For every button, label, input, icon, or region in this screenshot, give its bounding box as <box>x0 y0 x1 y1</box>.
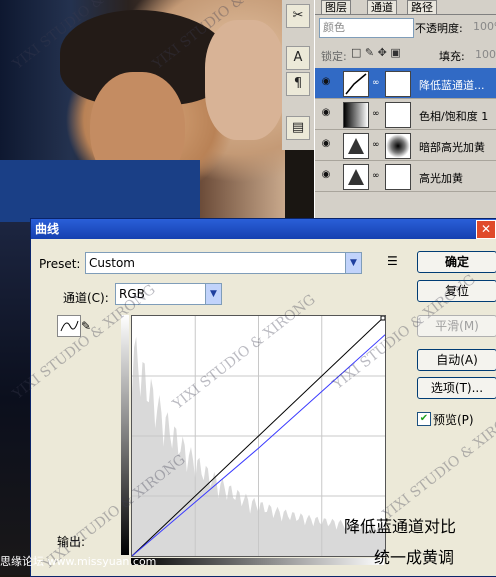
auto-button[interactable]: 自动(A) <box>417 349 496 371</box>
preset-menu-icon[interactable]: ☰ <box>387 254 398 268</box>
link-icon: ∞ <box>372 78 380 88</box>
output-label: 输出: <box>57 535 86 549</box>
layer-name: 高光加黄 <box>419 172 463 185</box>
notes-icon[interactable]: ▤ <box>286 116 310 140</box>
paragraph-icon[interactable]: ¶ <box>286 72 310 96</box>
smooth-button[interactable]: 平滑(M) <box>417 315 496 337</box>
link-icon: ∞ <box>372 171 380 181</box>
levels-adjustment-icon <box>343 164 369 190</box>
layer-mask <box>385 102 411 128</box>
site-footer: 思缘论坛 www.missyuan.com <box>0 555 157 568</box>
visibility-eye-icon[interactable]: ◉ <box>319 138 333 150</box>
channel-label: 通道(C): <box>63 291 109 305</box>
preset-select[interactable]: Custom ▼ <box>85 252 362 274</box>
layer-row[interactable]: ◉ ∞ 高光加黄 <box>315 161 496 192</box>
photo-canvas-lower <box>0 222 30 575</box>
caption-line-2: 统一成黄调 <box>374 548 455 567</box>
fill-value[interactable]: 100% <box>475 48 496 61</box>
pencil-tool-icon[interactable]: ✎ <box>81 319 95 333</box>
layer-row[interactable]: ◉ ∞ 降低蓝通道... <box>315 68 496 99</box>
layer-name: 降低蓝通道... <box>419 79 485 92</box>
link-icon: ∞ <box>372 109 380 119</box>
chevron-down-icon[interactable]: ▼ <box>205 284 221 304</box>
shirt <box>0 160 200 222</box>
layer-mask <box>385 71 411 97</box>
layer-row[interactable]: ◉ ∞ 色相/饱和度 1 <box>315 99 496 130</box>
caption-line-1: 降低蓝通道对比 <box>344 517 457 536</box>
tab-layers[interactable]: 图层 <box>321 0 351 14</box>
levels-adjustment-icon <box>343 133 369 159</box>
tab-channels[interactable]: 通道 <box>367 0 397 14</box>
layers-tabs: 图层 通道 路径 <box>315 0 496 15</box>
preset-value: Custom <box>89 256 135 270</box>
fill-label: 填充: <box>439 50 465 63</box>
lock-label: 锁定: <box>321 50 347 63</box>
brush-tool-icon[interactable]: ✂ <box>286 4 310 28</box>
tab-paths[interactable]: 路径 <box>407 0 437 14</box>
chevron-down-icon[interactable]: ▼ <box>345 253 361 273</box>
preview-checkbox[interactable]: ✔ <box>417 412 431 426</box>
output-gradient-ramp <box>121 315 129 555</box>
ok-button[interactable]: 确定 <box>417 251 496 273</box>
photo-canvas <box>0 0 285 222</box>
visibility-eye-icon[interactable]: ◉ <box>319 76 333 88</box>
preset-label: Preset: <box>39 257 81 271</box>
hand <box>205 20 285 140</box>
visibility-eye-icon[interactable]: ◉ <box>319 107 333 119</box>
curve-point-tool-icon[interactable] <box>57 315 81 337</box>
dialog-title: 曲线 <box>31 219 496 239</box>
layer-mask <box>385 164 411 190</box>
channel-value: RGB <box>119 287 145 301</box>
channel-select[interactable]: RGB ▼ <box>115 283 222 305</box>
hue-saturation-icon <box>343 102 369 128</box>
options-button[interactable]: 选项(T)... <box>417 377 496 399</box>
layer-mask <box>385 133 411 159</box>
preview-label: 预览(P) <box>433 413 474 427</box>
blend-mode-value: 颜色 <box>323 21 345 34</box>
blend-mode-select[interactable]: 颜色 <box>319 18 414 38</box>
lock-icons[interactable]: □ ✎ ✥ ▣ <box>351 46 401 59</box>
tool-strip: ✂ A ¶ ▤ <box>282 0 315 150</box>
opacity-value[interactable]: 100% <box>473 20 496 33</box>
curves-adjustment-icon <box>343 71 369 97</box>
layer-name: 色相/饱和度 1 <box>419 110 489 123</box>
text-tool-icon[interactable]: A <box>286 46 310 70</box>
link-icon: ∞ <box>372 140 380 150</box>
layer-row[interactable]: ◉ ∞ 暗部高光加黄 <box>315 130 496 161</box>
input-gradient-ramp <box>131 558 384 565</box>
close-icon[interactable]: ✕ <box>476 220 496 239</box>
layers-panel: 图层 通道 路径 颜色 不透明度: 100% 锁定: □ ✎ ✥ ▣ 填充: 1… <box>314 0 496 222</box>
layer-name: 暗部高光加黄 <box>419 141 485 154</box>
reset-button[interactable]: 复位 <box>417 280 496 302</box>
curve-endpoint <box>380 315 386 321</box>
opacity-label: 不透明度: <box>415 22 463 35</box>
visibility-eye-icon[interactable]: ◉ <box>319 169 333 181</box>
curves-dialog: 曲线 ✕ Preset: Custom ▼ ☰ 通道(C): RGB ▼ ✎ 输… <box>30 218 496 577</box>
